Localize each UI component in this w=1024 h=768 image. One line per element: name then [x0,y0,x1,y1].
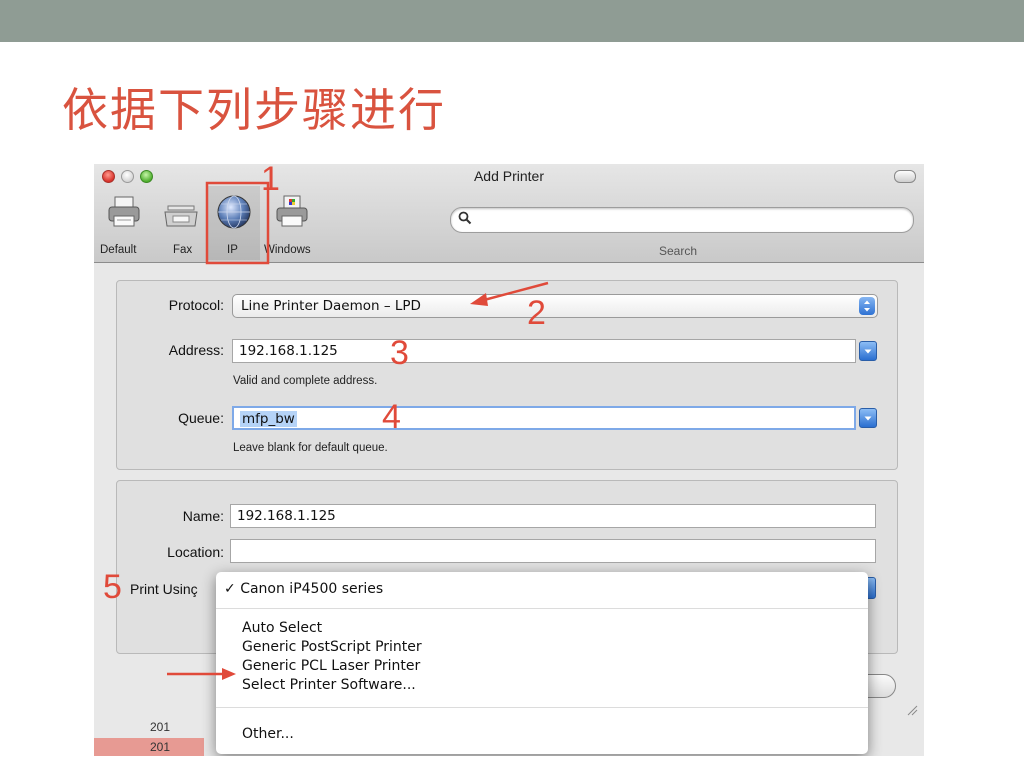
add-printer-window: Add Printer Default Fax IP Windows Searc… [94,164,924,756]
menu-item-canon-label: Canon iP4500 series [240,581,384,597]
protocol-popup[interactable]: Line Printer Daemon – LPD [232,294,878,318]
window-toolbar: Add Printer Default Fax IP Windows Searc… [94,164,924,263]
step-5-annotation: 5 [103,568,122,606]
popup-stepper-icon [859,297,875,315]
address-label: Address: [168,342,224,358]
queue-dropdown-button[interactable] [859,408,877,428]
background-row-2: 201 [150,740,171,754]
chevron-down-icon [864,349,872,354]
chevron-down-icon [864,416,872,421]
step-4-annotation: 4 [382,398,401,436]
menu-item-canon[interactable]: ✓ Canon iP4500 series [224,580,383,598]
globe-icon [217,195,251,229]
search-label: Search [659,244,698,258]
checkmark-icon: ✓ [224,581,236,597]
protocol-label: Protocol: [168,297,224,313]
menu-separator [216,608,868,609]
toolbar-label-default: Default [100,244,137,256]
queue-hint: Leave blank for default queue. [233,442,388,454]
toolbar-label-windows: Windows [264,244,311,256]
name-field[interactable]: 192.168.1.125 [230,504,876,528]
fax-icon [164,205,198,227]
name-label: Name: [182,508,224,524]
menu-item-other[interactable]: Other... [242,725,294,743]
windows-printer-icon [276,195,308,227]
menu-item-auto-select[interactable]: Auto Select [242,619,322,637]
menu-item-select-software[interactable]: Select Printer Software... [242,676,416,694]
search-field[interactable] [450,207,914,233]
queue-value: mfp_bw [240,411,297,427]
background-row-highlight [94,738,204,756]
step-1-annotation: 1 [261,160,280,198]
step-2-annotation: 2 [527,294,546,332]
printer-icon [108,196,140,227]
toolbar-label-ip: IP [227,244,238,256]
toolbar-label-fax: Fax [173,244,193,256]
menu-item-generic-postscript[interactable]: Generic PostScript Printer [242,638,422,656]
print-using-label: Print Usinç [130,581,198,597]
window-title: Add Printer [473,168,545,184]
toolbar-toggle-button[interactable] [894,170,916,183]
background-row-1: 201 [150,720,171,734]
step-3-annotation: 3 [390,334,409,372]
address-hint: Valid and complete address. [233,375,378,387]
slide-title: 依据下列步骤进行 [62,83,446,137]
address-dropdown-button[interactable] [859,341,877,361]
location-label: Location: [167,544,224,560]
queue-field[interactable]: mfp_bw [232,406,856,430]
menu-item-generic-pcl[interactable]: Generic PCL Laser Printer [242,657,420,675]
queue-label: Queue: [178,410,224,426]
location-field[interactable] [230,539,876,563]
address-field[interactable]: 192.168.1.125 [232,339,856,363]
menu-separator [216,707,868,708]
search-icon [458,211,472,225]
protocol-value: Line Printer Daemon – LPD [241,298,421,314]
resize-grip-icon[interactable] [906,704,918,716]
slide-top-bar [0,0,1024,42]
print-using-menu: ✓ Canon iP4500 series Auto Select Generi… [216,572,868,754]
